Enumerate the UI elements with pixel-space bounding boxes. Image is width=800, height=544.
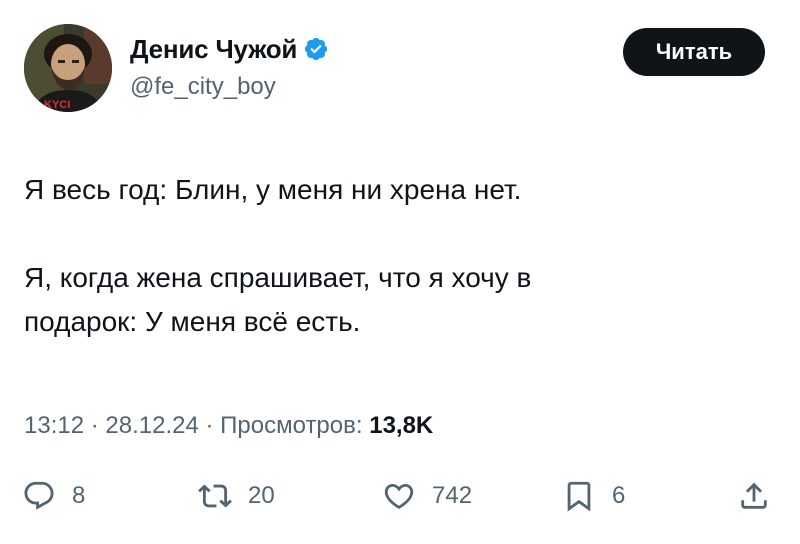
retweet-count: 20 (248, 482, 275, 509)
heart-icon (382, 479, 416, 513)
reply-icon (22, 479, 56, 513)
bookmark-icon (562, 479, 596, 513)
tweet-card: KYCI Денис Чужой @fe_city_boy Читать Я в… (0, 0, 800, 544)
name-row: Денис Чужой (130, 33, 329, 65)
reply-button[interactable]: 8 (22, 472, 85, 520)
tweet-time[interactable]: 13:12 (24, 412, 84, 439)
avatar-image: KYCI (24, 24, 112, 112)
views-count: 13,8K (369, 412, 434, 439)
meta-separator: · (205, 412, 214, 439)
avatar[interactable]: KYCI (24, 24, 112, 112)
author-block: Денис Чужой @fe_city_boy (130, 33, 329, 101)
svg-text:KYCI: KYCI (44, 99, 70, 111)
action-bar: 8 20 742 6 (0, 472, 800, 520)
display-name[interactable]: Денис Чужой (130, 34, 297, 65)
handle[interactable]: @fe_city_boy (130, 73, 329, 101)
tweet-line: подарок: У меня всё есть. (24, 306, 361, 337)
meta-separator: · (90, 412, 99, 439)
reply-count: 8 (72, 482, 86, 509)
bookmark-count: 6 (612, 482, 626, 509)
verified-badge-icon (303, 36, 329, 62)
tweet-line: Я весь год: Блин, у меня ни хрена нет. (24, 174, 522, 205)
follow-button[interactable]: Читать (623, 28, 765, 76)
bookmark-button[interactable]: 6 (562, 472, 625, 520)
tweet-line: Я, когда жена спрашивает, что я хочу в (24, 262, 532, 293)
tweet-meta: 13:12 · 28.12.24 · Просмотров: 13,8K (24, 412, 433, 440)
views-label: Просмотров: (220, 412, 363, 439)
share-icon (737, 479, 771, 513)
tweet-date[interactable]: 28.12.24 (105, 412, 198, 439)
share-button[interactable] (737, 472, 771, 520)
like-button[interactable]: 742 (382, 472, 472, 520)
retweet-icon (198, 479, 232, 513)
tweet-text: Я весь год: Блин, у меня ни хрена нет. Я… (24, 168, 774, 344)
like-count: 742 (432, 482, 473, 509)
retweet-button[interactable]: 20 (198, 472, 275, 520)
